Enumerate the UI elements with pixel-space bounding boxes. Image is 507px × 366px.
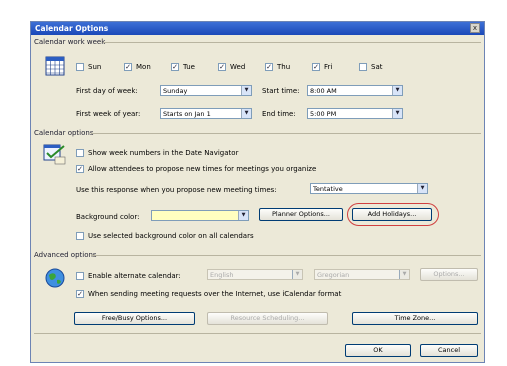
day-checkbox-fri[interactable]: ✓ [312,63,320,71]
day-checkbox-tue[interactable]: ✓ [171,63,179,71]
chevron-down-icon: ▼ [238,211,248,220]
first-day-label: First day of week: [76,87,138,95]
first-week-select[interactable]: Starts on Jan 1 ▼ [160,108,252,119]
day-checkbox-sat[interactable] [359,63,367,71]
chevron-down-icon: ▼ [392,86,402,95]
icalendar-checkbox[interactable]: ✓ [76,290,84,298]
day-label-mon: Mon [136,63,151,71]
calendar-type-value: Gregorian [317,271,350,279]
start-time-label: Start time: [262,87,300,95]
language-value: English [210,271,234,279]
first-week-value: Starts on Jan 1 [163,110,211,118]
ok-button[interactable]: OK [345,344,411,357]
background-color-select[interactable]: ▼ [151,210,249,221]
day-label-thu: Thu [277,63,291,71]
options-button[interactable]: Options... [420,268,478,281]
chevron-down-icon: ▼ [292,270,302,279]
day-label-wed: Wed [230,63,246,71]
chevron-down-icon: ▼ [399,270,409,279]
background-color-label: Background color: [76,213,140,221]
alt-calendar-label: Enable alternate calendar: [88,272,181,280]
separator-work-week [103,42,481,43]
day-label-tue: Tue [183,63,195,71]
start-time-select[interactable]: 8:00 AM ▼ [307,85,403,96]
icalendar-label: When sending meeting requests over the I… [88,290,342,298]
end-time-label: End time: [262,110,296,118]
calendar-grid-icon [45,56,65,76]
chevron-down-icon: ▼ [241,109,251,118]
language-select[interactable]: English ▼ [207,269,303,280]
planner-options-button[interactable]: Planner Options... [259,208,343,221]
start-time-value: 8:00 AM [310,87,337,95]
allow-propose-label: Allow attendees to propose new times for… [88,165,317,173]
close-icon: x [472,24,478,32]
group-label-calendar-options: Calendar options [34,129,94,137]
show-week-numbers-label: Show week numbers in the Date Navigator [88,149,239,157]
day-checkbox-wed[interactable]: ✓ [218,63,226,71]
alt-calendar-checkbox[interactable] [76,272,84,280]
calendar-options-dialog: Calendar Options x Calendar work week Su… [30,21,485,363]
window-title: Calendar Options [35,24,109,33]
show-week-numbers-checkbox[interactable] [76,149,84,157]
day-label-fri: Fri [324,63,333,71]
first-day-select[interactable]: Sunday ▼ [160,85,252,96]
cancel-button[interactable]: Cancel [420,344,478,357]
use-bg-all-label: Use selected background color on all cal… [88,232,254,240]
footer-separator [34,333,481,334]
day-checkbox-sun[interactable] [76,63,84,71]
close-button[interactable]: x [470,23,480,33]
response-select[interactable]: Tentative ▼ [310,183,428,194]
chevron-down-icon: ▼ [241,86,251,95]
add-holidays-highlight [347,203,439,226]
resource-scheduling-button[interactable]: Resource Scheduling... [207,312,328,325]
day-checkbox-mon[interactable]: ✓ [124,63,132,71]
group-label-work-week: Calendar work week [34,38,106,46]
allow-propose-checkbox[interactable]: ✓ [76,165,84,173]
end-time-select[interactable]: 5:00 PM ▼ [307,108,403,119]
group-label-advanced: Advanced options [34,251,97,259]
globe-icon [45,268,65,288]
freebusy-options-button[interactable]: Free/Busy Options... [74,312,195,325]
response-value: Tentative [313,185,343,193]
use-bg-all-checkbox[interactable] [76,232,84,240]
end-time-value: 5:00 PM [310,110,337,118]
calendar-options-icon [43,144,66,165]
response-label: Use this response when you propose new m… [76,186,277,194]
day-label-sun: Sun [88,63,102,71]
separator-advanced [91,255,481,256]
day-checkbox-thu[interactable]: ✓ [265,63,273,71]
time-zone-button[interactable]: Time Zone... [352,312,478,325]
chevron-down-icon: ▼ [392,109,402,118]
title-bar[interactable]: Calendar Options x [31,22,484,35]
separator-calendar-options [91,133,481,134]
calendar-type-select[interactable]: Gregorian ▼ [314,269,410,280]
first-day-value: Sunday [163,87,188,95]
first-week-label: First week of year: [76,110,141,118]
day-label-sat: Sat [371,63,383,71]
chevron-down-icon: ▼ [417,184,427,193]
